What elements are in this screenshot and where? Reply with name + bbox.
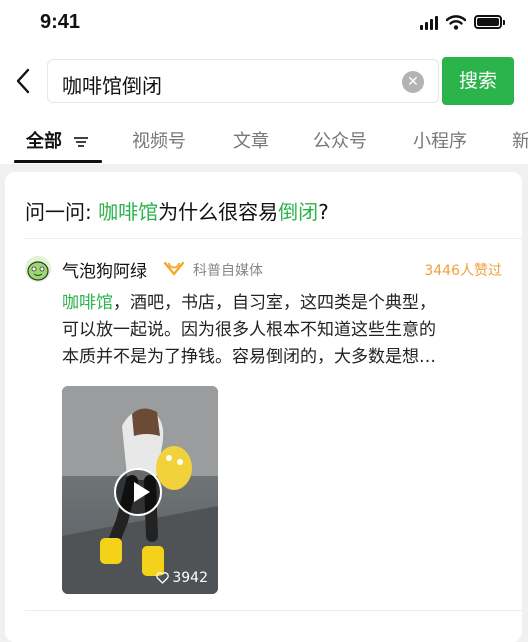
status-time: 9:41 — [40, 11, 81, 33]
ask-question-title[interactable]: 问一问: 咖啡馆为什么很容易倒闭? — [25, 196, 329, 225]
search-input[interactable]: 咖啡馆倒闭 ✕ — [47, 59, 439, 103]
tab-articles[interactable]: 文章 — [233, 127, 269, 153]
battery-icon — [474, 15, 505, 29]
wifi-icon — [446, 14, 466, 30]
active-tab-indicator — [14, 160, 102, 163]
video-likes: 3942 — [156, 570, 208, 586]
heart-icon — [156, 572, 170, 584]
status-bar: 9:41 — [0, 0, 528, 50]
author-name[interactable]: 气泡狗阿绿 — [62, 257, 147, 282]
search-bar: 咖啡馆倒闭 ✕ 搜索 — [0, 57, 528, 105]
excerpt-line-3: 本质并不是为了挣钱。容易倒闭的，大多数是想… — [62, 347, 436, 367]
signal-icon — [420, 14, 438, 30]
verified-badge-icon — [163, 261, 185, 276]
tab-bar: 全部 视频号 文章 公众号 小程序 新 — [0, 122, 528, 164]
search-button[interactable]: 搜索 — [442, 57, 514, 105]
tab-all-label: 全部 — [26, 131, 62, 152]
avatar[interactable] — [25, 256, 51, 282]
excerpt-line-1-rest: ，酒吧，书店，自习室，这四类是个典型， — [113, 293, 436, 313]
filter-icon[interactable] — [72, 135, 90, 149]
ask-suffix: ? — [318, 200, 329, 224]
ask-result-card[interactable]: 问一问: 咖啡馆为什么很容易倒闭? 气泡狗阿绿 科普自媒体 3446人赞过 咖啡… — [5, 172, 522, 642]
ask-middle: 为什么很容易 — [158, 200, 279, 224]
excerpt-line-2: 可以放一起说。因为很多人根本不知道这些生意的 — [62, 320, 436, 340]
author-type: 科普自媒体 — [193, 263, 263, 279]
tab-video[interactable]: 视频号 — [132, 127, 186, 153]
author-row[interactable]: 气泡狗阿绿 科普自媒体 3446人赞过 — [25, 256, 517, 284]
ask-prefix: 问一问: — [25, 200, 99, 224]
tab-official-accounts[interactable]: 公众号 — [313, 127, 367, 153]
search-query-text: 咖啡馆倒闭 — [62, 74, 162, 98]
excerpt-line-1: 咖啡馆，酒吧，书店，自习室，这四类是个典型， — [62, 290, 502, 317]
status-icons — [420, 14, 505, 30]
tab-all[interactable]: 全部 — [26, 127, 90, 153]
back-arrow-icon[interactable] — [10, 65, 38, 97]
video-thumbnail[interactable]: 3942 — [62, 386, 218, 594]
result-excerpt[interactable]: 咖啡馆，酒吧，书店，自习室，这四类是个典型， 可以放一起说。因为很多人根本不知道… — [62, 290, 502, 371]
tab-mini-programs[interactable]: 小程序 — [413, 127, 467, 153]
likes-count: 3446人赞过 — [424, 263, 502, 279]
ask-keyword-close: 倒闭 — [278, 200, 319, 224]
video-likes-count: 3942 — [172, 570, 208, 586]
divider — [25, 238, 522, 239]
excerpt-keyword: 咖啡馆 — [62, 293, 113, 313]
clear-icon[interactable]: ✕ — [402, 71, 424, 93]
card-bottom-divider — [25, 610, 522, 611]
ask-keyword-cafe: 咖啡馆 — [98, 200, 159, 224]
tab-new[interactable]: 新 — [512, 127, 528, 153]
play-icon[interactable] — [114, 468, 162, 516]
